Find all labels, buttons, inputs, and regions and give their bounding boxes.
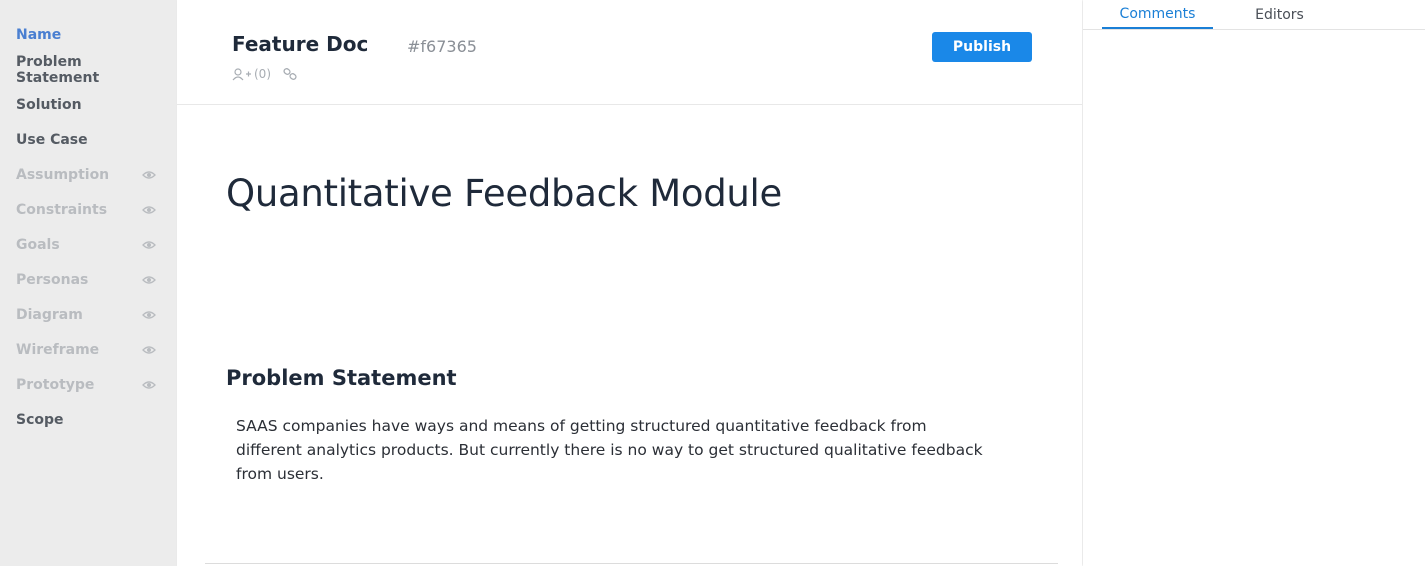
- sidebar-item-constraints[interactable]: Constraints: [16, 199, 166, 221]
- sidebar-item-solution[interactable]: Solution: [16, 94, 166, 116]
- tab-comments[interactable]: Comments: [1102, 0, 1213, 29]
- sidebar-item-label: Goals: [16, 237, 60, 253]
- sidebar-item-prototype[interactable]: Prototype: [16, 374, 166, 396]
- sidebar-item-label: Assumption: [16, 167, 110, 183]
- section-divider: [205, 563, 1058, 564]
- right-panel: Comments Editors: [1083, 0, 1425, 566]
- eye-icon[interactable]: [142, 310, 156, 320]
- sidebar-item-name[interactable]: Name: [16, 24, 166, 46]
- sidebar-item-label: Constraints: [16, 202, 108, 218]
- sidebar-item-goals[interactable]: Goals: [16, 234, 166, 256]
- document-meta: (0): [232, 67, 297, 81]
- sidebar-item-diagram[interactable]: Diagram: [16, 304, 166, 326]
- sidebar-item-label: Problem Statement: [16, 54, 100, 86]
- eye-icon[interactable]: [142, 170, 156, 180]
- document-type-title: Feature Doc: [232, 32, 369, 56]
- sidebar-item-scope[interactable]: Scope: [16, 409, 166, 431]
- eye-icon[interactable]: [142, 380, 156, 390]
- document-heading[interactable]: Quantitative Feedback Module: [226, 172, 782, 215]
- document-editor: Feature Doc #f67365 (0) Publish Quantita…: [177, 0, 1082, 566]
- sidebar-item-label: Scope: [16, 412, 64, 428]
- sidebar-item-label: Personas: [16, 272, 89, 288]
- sidebar-item-personas[interactable]: Personas: [16, 269, 166, 291]
- section-title-problem-statement: Problem Statement: [226, 366, 457, 390]
- link-icon[interactable]: [283, 68, 297, 80]
- sidebar-item-label: Solution: [16, 97, 82, 113]
- sidebar-item-problem-statement[interactable]: Problem Statement: [16, 54, 166, 86]
- document-header: Feature Doc #f67365 (0) Publish: [177, 0, 1082, 105]
- section-body-problem-statement[interactable]: SAAS companies have ways and means of ge…: [236, 414, 996, 486]
- right-panel-tabs: Comments Editors: [1083, 0, 1425, 30]
- add-user-count: (0): [254, 67, 271, 81]
- tab-editors[interactable]: Editors: [1224, 0, 1335, 29]
- sidebar-item-label: Wireframe: [16, 342, 100, 358]
- sidebar-item-wireframe[interactable]: Wireframe: [16, 339, 166, 361]
- document-id: #f67365: [407, 37, 477, 56]
- sidebar-item-use-case[interactable]: Use Case: [16, 129, 166, 151]
- publish-button[interactable]: Publish: [932, 32, 1032, 62]
- sidebar-item-label: Prototype: [16, 377, 95, 393]
- add-user-button[interactable]: (0): [232, 67, 271, 81]
- sidebar-item-label: Name: [16, 27, 62, 43]
- sidebar-item-label: Use Case: [16, 132, 88, 148]
- eye-icon[interactable]: [142, 275, 156, 285]
- eye-icon[interactable]: [142, 240, 156, 250]
- eye-icon[interactable]: [142, 345, 156, 355]
- add-user-icon: [232, 67, 251, 80]
- eye-icon[interactable]: [142, 205, 156, 215]
- sidebar-item-assumption[interactable]: Assumption: [16, 164, 166, 186]
- section-sidebar: Name Problem Statement Solution Use Case…: [0, 0, 177, 566]
- sidebar-item-label: Diagram: [16, 307, 83, 323]
